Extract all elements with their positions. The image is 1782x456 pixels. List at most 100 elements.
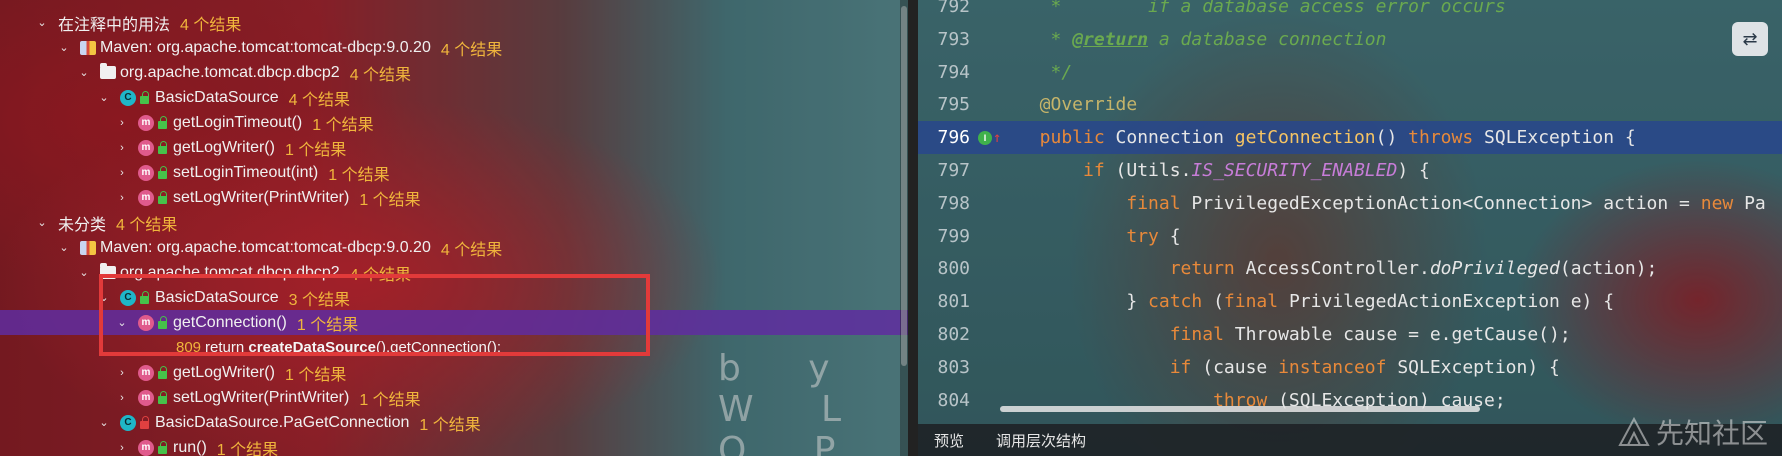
scrollbar-thumb[interactable] bbox=[901, 6, 907, 366]
code-line[interactable]: 795 @Override bbox=[918, 88, 1782, 121]
code-line[interactable]: 792 * if a database access error occurs bbox=[918, 0, 1782, 23]
code-line[interactable]: 800 return AccessController. doPrivileged… bbox=[918, 252, 1782, 285]
code-token: PrivilegedExceptionAction<Connection> ac… bbox=[1191, 192, 1701, 214]
chevron-down-icon[interactable]: ⌄ bbox=[58, 42, 70, 54]
tree-row-method[interactable]: › m setLogWriter(PrintWriter) 1 个结果 bbox=[0, 185, 908, 210]
code-token: instanceof bbox=[1278, 356, 1398, 378]
tree-row-label: getLogWriter() bbox=[173, 363, 275, 381]
code-token: final bbox=[1223, 291, 1289, 313]
chevron-down-icon[interactable]: ⌄ bbox=[58, 242, 70, 254]
tree-row-label: BasicDataSource bbox=[155, 88, 279, 106]
chevron-down-icon[interactable]: ⌄ bbox=[36, 217, 48, 229]
method-icon: m bbox=[138, 114, 154, 131]
visibility-lock-icon bbox=[158, 165, 167, 179]
chevron-right-icon[interactable]: › bbox=[116, 192, 128, 204]
reader-mode-icon: ⇄ bbox=[1742, 28, 1758, 49]
tree-vertical-scrollbar[interactable] bbox=[900, 0, 908, 456]
tree-row-label: getLogWriter() bbox=[173, 138, 275, 156]
result-count: 4 个结果 bbox=[349, 66, 412, 84]
tree-row-method[interactable]: › m setLogWriter(PrintWriter) 1 个结果 bbox=[0, 385, 908, 410]
tree-row-maven[interactable]: ⌄ Maven: org.apache.tomcat:tomcat-dbcp:9.… bbox=[0, 235, 908, 260]
code-token: Connection bbox=[1115, 127, 1235, 149]
tree-row-label: 在注释中的用法 bbox=[58, 16, 171, 34]
tree-row-method[interactable]: › m run() 1 个结果 bbox=[0, 435, 908, 456]
chevron-down-icon[interactable]: ⌄ bbox=[98, 92, 110, 104]
method-icon: m bbox=[138, 139, 154, 156]
code-horizontal-scrollbar[interactable] bbox=[1000, 406, 1480, 412]
code-line[interactable]: 794 */ bbox=[918, 56, 1782, 89]
chevron-right-icon[interactable]: › bbox=[116, 442, 128, 454]
method-icon: m bbox=[138, 189, 154, 206]
visibility-lock-icon bbox=[158, 115, 167, 129]
tree-row-maven[interactable]: ⌄ Maven: org.apache.tomcat:tomcat-dbcp:9.… bbox=[0, 35, 908, 60]
tree-row-class[interactable]: ⌄ C BasicDataSource.PaGetConnection 1 个结果 bbox=[0, 410, 908, 435]
tab-call-hierarchy[interactable]: 调用层次结构 bbox=[980, 430, 1102, 451]
tree-row-label: BasicDataSource.PaGetConnection bbox=[155, 413, 410, 431]
method-icon: m bbox=[138, 439, 154, 456]
code-token: throws bbox=[1408, 127, 1485, 149]
code-token: final bbox=[1018, 192, 1192, 214]
code-token: a database connection bbox=[1148, 28, 1387, 50]
watermark-label: 先知社区 bbox=[1655, 417, 1768, 450]
override-arrow-icon[interactable]: ↑ bbox=[993, 130, 1001, 146]
result-count: 4 个结果 bbox=[288, 91, 350, 109]
code-token: @return bbox=[1072, 28, 1149, 50]
code-line[interactable]: 801 } catch (final PrivilegedActionExcep… bbox=[918, 285, 1782, 318]
chevron-right-icon[interactable]: › bbox=[116, 367, 128, 379]
code-line[interactable]: 803 if (cause instanceof SQLException) { bbox=[918, 351, 1782, 384]
chevron-down-icon[interactable]: ⌄ bbox=[78, 267, 90, 279]
tree-row-group[interactable]: ⌄ 在注释中的用法 4 个结果 bbox=[0, 10, 908, 35]
code-token: (cause bbox=[1202, 356, 1279, 378]
tree-row-method[interactable]: › m getLogWriter() 1 个结果 bbox=[0, 135, 908, 160]
code-token: Throwable cause = e.getCause(); bbox=[1234, 324, 1571, 345]
tree-row-method[interactable]: › m getLoginTimeout() 1 个结果 bbox=[0, 110, 908, 135]
line-number: 798 bbox=[937, 192, 970, 214]
chevron-right-icon[interactable]: › bbox=[116, 142, 128, 154]
chevron-down-icon[interactable]: ⌄ bbox=[98, 417, 110, 429]
tree-row-package[interactable]: ⌄ org.apache.tomcat.dbcp.dbcp2 4 个结果 bbox=[0, 60, 908, 85]
code-line[interactable]: 798 final PrivilegedExceptionAction<Conn… bbox=[918, 187, 1782, 220]
code-line[interactable]: 796 I ↑ public Connection getConnection() … bbox=[918, 121, 1782, 155]
tree-row-method[interactable]: › m setLoginTimeout(int) 1 个结果 bbox=[0, 160, 908, 185]
code-line[interactable]: 793 * @return a database connection bbox=[918, 23, 1782, 56]
reader-mode-button[interactable]: ⇄ bbox=[1732, 22, 1768, 56]
code-token: final bbox=[1018, 324, 1235, 345]
result-count: 1 个结果 bbox=[284, 141, 347, 159]
chevron-right-icon[interactable]: › bbox=[116, 167, 128, 179]
gutter[interactable]: I ↑ bbox=[978, 130, 1018, 146]
tree-row-label: setLoginTimeout(int) bbox=[173, 163, 319, 181]
code-token: if bbox=[1018, 356, 1203, 378]
tree-row-group[interactable]: ⌄ 未分类 4 个结果 bbox=[0, 210, 908, 235]
tree-row-class[interactable]: ⌄ C BasicDataSource 4 个结果 bbox=[0, 85, 908, 110]
library-icon bbox=[80, 40, 96, 55]
tab-preview[interactable]: 预览 bbox=[918, 430, 980, 451]
code-token: doPrivileged bbox=[1429, 258, 1560, 280]
result-count: 4 个结果 bbox=[116, 216, 178, 234]
code-line[interactable]: 802 final Throwable cause = e.getCause()… bbox=[918, 318, 1782, 351]
panel-divider[interactable] bbox=[908, 0, 918, 456]
code-line[interactable]: 797 if (Utils. IS_SECURITY_ENABLED) { bbox=[918, 154, 1782, 187]
code-token: () bbox=[1375, 127, 1409, 149]
code-token: * if a database access error occurs bbox=[1018, 0, 1506, 17]
implements-icon[interactable]: I bbox=[978, 130, 992, 145]
site-watermark: 先知社区 bbox=[1618, 412, 1768, 452]
usage-tree-panel: ⌄ 在注释中的用法 4 个结果 ⌄ Maven: org.apache.tomcat:t… bbox=[0, 0, 908, 456]
chevron-down-icon[interactable]: ⌄ bbox=[78, 67, 90, 79]
code-token: catch bbox=[1148, 291, 1214, 313]
result-count: 1 个结果 bbox=[216, 441, 279, 456]
code-token: (action); bbox=[1559, 258, 1658, 280]
package-folder-icon bbox=[100, 63, 116, 79]
code-line[interactable]: 799 try { bbox=[918, 220, 1782, 253]
code-token: try bbox=[1018, 225, 1170, 247]
result-count: 4 个结果 bbox=[440, 241, 503, 259]
code-token: ) { bbox=[1397, 160, 1430, 181]
visibility-lock-icon bbox=[140, 415, 149, 429]
chevron-right-icon[interactable]: › bbox=[116, 117, 128, 129]
code-token: { bbox=[1169, 225, 1181, 247]
code-token: getConnection bbox=[1234, 127, 1376, 149]
code-token: new bbox=[1700, 192, 1745, 214]
tree-row-method[interactable]: › m getLogWriter() 1 个结果 bbox=[0, 360, 908, 385]
tree-row-label: getLoginTimeout() bbox=[173, 113, 303, 131]
chevron-right-icon[interactable]: › bbox=[116, 392, 128, 404]
chevron-down-icon[interactable]: ⌄ bbox=[36, 17, 48, 29]
